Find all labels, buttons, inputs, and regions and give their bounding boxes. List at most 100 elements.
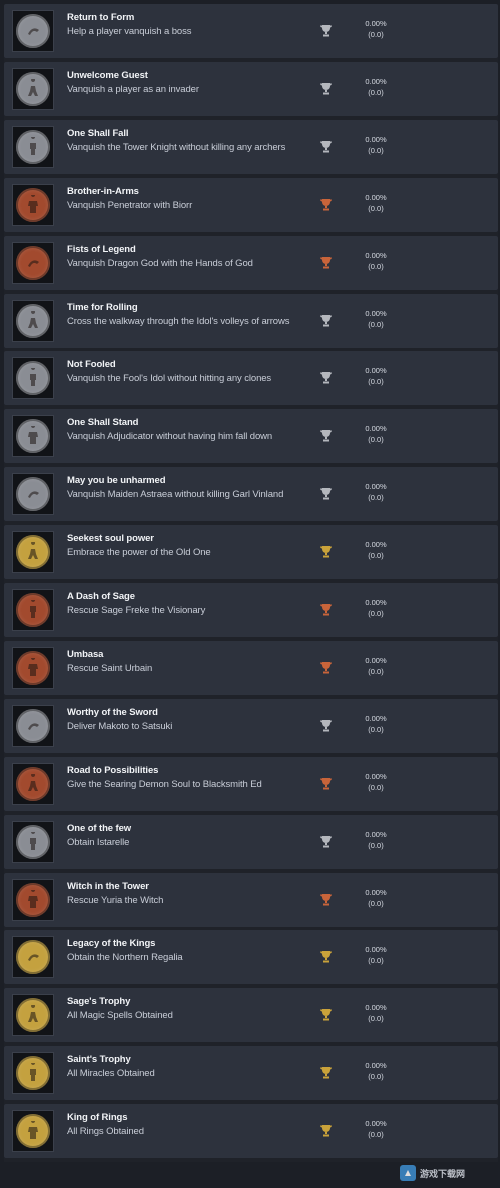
achievement-percent: 0.00% (365, 830, 387, 839)
achievement-thumbnail (12, 357, 54, 399)
achievement-count: (0.0) (368, 377, 384, 386)
achievement-thumbnail (12, 1110, 54, 1152)
achievement-percent: 0.00% (365, 656, 387, 665)
trophy-icon (320, 372, 332, 384)
achievement-description: Vanquish the Fool's Idol without hitting… (67, 373, 272, 384)
achievement-description: Vanquish Dragon God with the Hands of Go… (67, 258, 253, 269)
trophy-icon (320, 488, 332, 500)
achievement-thumbnail (12, 1052, 54, 1094)
achievement-thumbnail (12, 415, 54, 457)
achievement-percent: 0.00% (365, 309, 387, 318)
achievement-description: Vanquish a player as an invader (67, 84, 199, 95)
achievement-percent: 0.00% (365, 77, 387, 86)
achievement-row[interactable]: A Dash of Sage Rescue Sage Freke the Visi… (4, 583, 498, 641)
achievement-thumbnail (12, 10, 54, 52)
achievement-row[interactable]: One of the few Obtain Istarelle 0.00% (0.0) (4, 815, 498, 873)
achievement-title: Seekest soul power (67, 533, 154, 544)
achievement-row[interactable]: Return to Form Help a player vanquish a b… (4, 4, 498, 62)
achievement-description: Cross the walkway through the Idol's vol… (67, 316, 290, 327)
achievement-stats: 0.00% (0.0) (354, 597, 398, 619)
achievement-row[interactable]: Not Fooled Vanquish the Fool's Idol witho… (4, 351, 498, 409)
achievement-percent: 0.00% (365, 598, 387, 607)
talisman-icon (16, 1056, 50, 1090)
achievement-thumbnail (12, 473, 54, 515)
watermark-text: 游戏下载网 (420, 1168, 466, 1179)
achievement-row[interactable]: Unwelcome Guest Vanquish a player as an i… (4, 62, 498, 120)
achievement-title: Road to Possibilities (67, 765, 159, 776)
achievement-description: Deliver Makoto to Satsuki (67, 721, 173, 732)
achievement-count: (0.0) (368, 725, 384, 734)
achievement-thumbnail (12, 68, 54, 110)
achievement-row[interactable]: One Shall Fall Vanquish the Tower Knight … (4, 120, 498, 178)
achievement-percent: 0.00% (365, 424, 387, 433)
achievement-stats: 0.00% (0.0) (354, 365, 398, 387)
trophy-icon (320, 430, 332, 442)
achievement-description: All Miracles Obtained (67, 1068, 155, 1079)
achievement-title: Not Fooled (67, 359, 116, 370)
achievement-percent: 0.00% (365, 366, 387, 375)
achievement-count: (0.0) (368, 30, 384, 39)
achievement-row[interactable]: Road to Possibilities Give the Searing De… (4, 757, 498, 815)
achievement-row[interactable]: Legacy of the Kings Obtain the Northern R… (4, 930, 498, 988)
achievement-description: Vanquish the Tower Knight without killin… (67, 142, 286, 153)
achievement-count: (0.0) (368, 1014, 384, 1023)
achievement-thumbnail (12, 300, 54, 342)
sage-figure-icon (16, 593, 50, 627)
achievement-stats: 0.00% (0.0) (354, 423, 398, 445)
achievement-count: (0.0) (368, 783, 384, 792)
achievement-row[interactable]: King of Rings All Rings Obtained 0.00% (0.0… (4, 1104, 498, 1162)
trophy-icon (320, 894, 332, 906)
achievement-row[interactable]: Time for Rolling Cross the walkway throug… (4, 294, 498, 352)
warrior-figure-icon (16, 188, 50, 222)
achievement-stats: 0.00% (0.0) (354, 134, 398, 156)
achievement-row[interactable]: Umbasa Rescue Saint Urbain 0.00% (0.0) (4, 641, 498, 699)
achievement-title: One Shall Fall (67, 128, 129, 139)
trophy-icon (320, 778, 332, 790)
achievement-thumbnail (12, 705, 54, 747)
achievement-row[interactable]: One Shall Stand Vanquish Adjudicator with… (4, 409, 498, 467)
achievement-row[interactable]: Fists of Legend Vanquish Dragon God with … (4, 236, 498, 294)
achievement-row[interactable]: May you be unharmed Vanquish Maiden Astra… (4, 467, 498, 525)
achievement-text: Brother-in-Arms Vanquish Penetrator with … (67, 185, 297, 213)
achievement-row[interactable]: Worthy of the Sword Deliver Makoto to Sat… (4, 699, 498, 757)
achievement-title: One Shall Stand (67, 417, 139, 428)
achievement-row[interactable]: Witch in the Tower Rescue Yuria the Witch… (4, 873, 498, 931)
achievement-text: Seekest soul power Embrace the power of t… (67, 532, 297, 560)
achievement-count: (0.0) (368, 667, 384, 676)
achievement-stats: 0.00% (0.0) (354, 1060, 398, 1082)
achievement-row[interactable]: Saint's Trophy All Miracles Obtained 0.00%… (4, 1046, 498, 1104)
achievement-thumbnail (12, 821, 54, 863)
achievement-percent: 0.00% (365, 772, 387, 781)
achievement-title: May you be unharmed (67, 475, 166, 486)
achievement-count: (0.0) (368, 551, 384, 560)
achievement-count: (0.0) (368, 320, 384, 329)
achievement-title: Worthy of the Sword (67, 707, 158, 718)
achievement-title: Time for Rolling (67, 302, 138, 313)
figure-lying-icon (16, 14, 50, 48)
achievement-text: Fists of Legend Vanquish Dragon God with … (67, 243, 297, 271)
achievement-description: Vanquish Maiden Astraea without killing … (67, 489, 284, 500)
achievement-text: A Dash of Sage Rescue Sage Freke the Visi… (67, 590, 297, 618)
achievement-row[interactable]: Sage's Trophy All Magic Spells Obtained 0.… (4, 988, 498, 1046)
achievement-count: (0.0) (368, 435, 384, 444)
idol-figure-icon (16, 361, 50, 395)
achievement-count: (0.0) (368, 1130, 384, 1139)
achievement-row[interactable]: Brother-in-Arms Vanquish Penetrator with … (4, 178, 498, 236)
achievement-count: (0.0) (368, 609, 384, 618)
achievement-row[interactable]: Seekest soul power Embrace the power of t… (4, 525, 498, 583)
achievement-text: Worthy of the Sword Deliver Makoto to Sat… (67, 706, 297, 734)
trophy-icon (320, 546, 332, 558)
achievement-title: Brother-in-Arms (67, 186, 139, 197)
achievement-stats: 0.00% (0.0) (354, 481, 398, 503)
achievement-text: Saint's Trophy All Miracles Obtained (67, 1053, 297, 1081)
achievement-text: Time for Rolling Cross the walkway throug… (67, 301, 297, 329)
achievement-stats: 0.00% (0.0) (354, 655, 398, 677)
achievement-thumbnail (12, 242, 54, 284)
knight-figure-icon (16, 130, 50, 164)
achievement-text: Road to Possibilities Give the Searing De… (67, 764, 297, 792)
achievement-text: Not Fooled Vanquish the Fool's Idol witho… (67, 358, 297, 386)
achievement-thumbnail (12, 763, 54, 805)
achievement-description: All Magic Spells Obtained (67, 1010, 173, 1021)
achievement-description: Obtain Istarelle (67, 837, 130, 848)
achievement-stats: 0.00% (0.0) (354, 829, 398, 851)
